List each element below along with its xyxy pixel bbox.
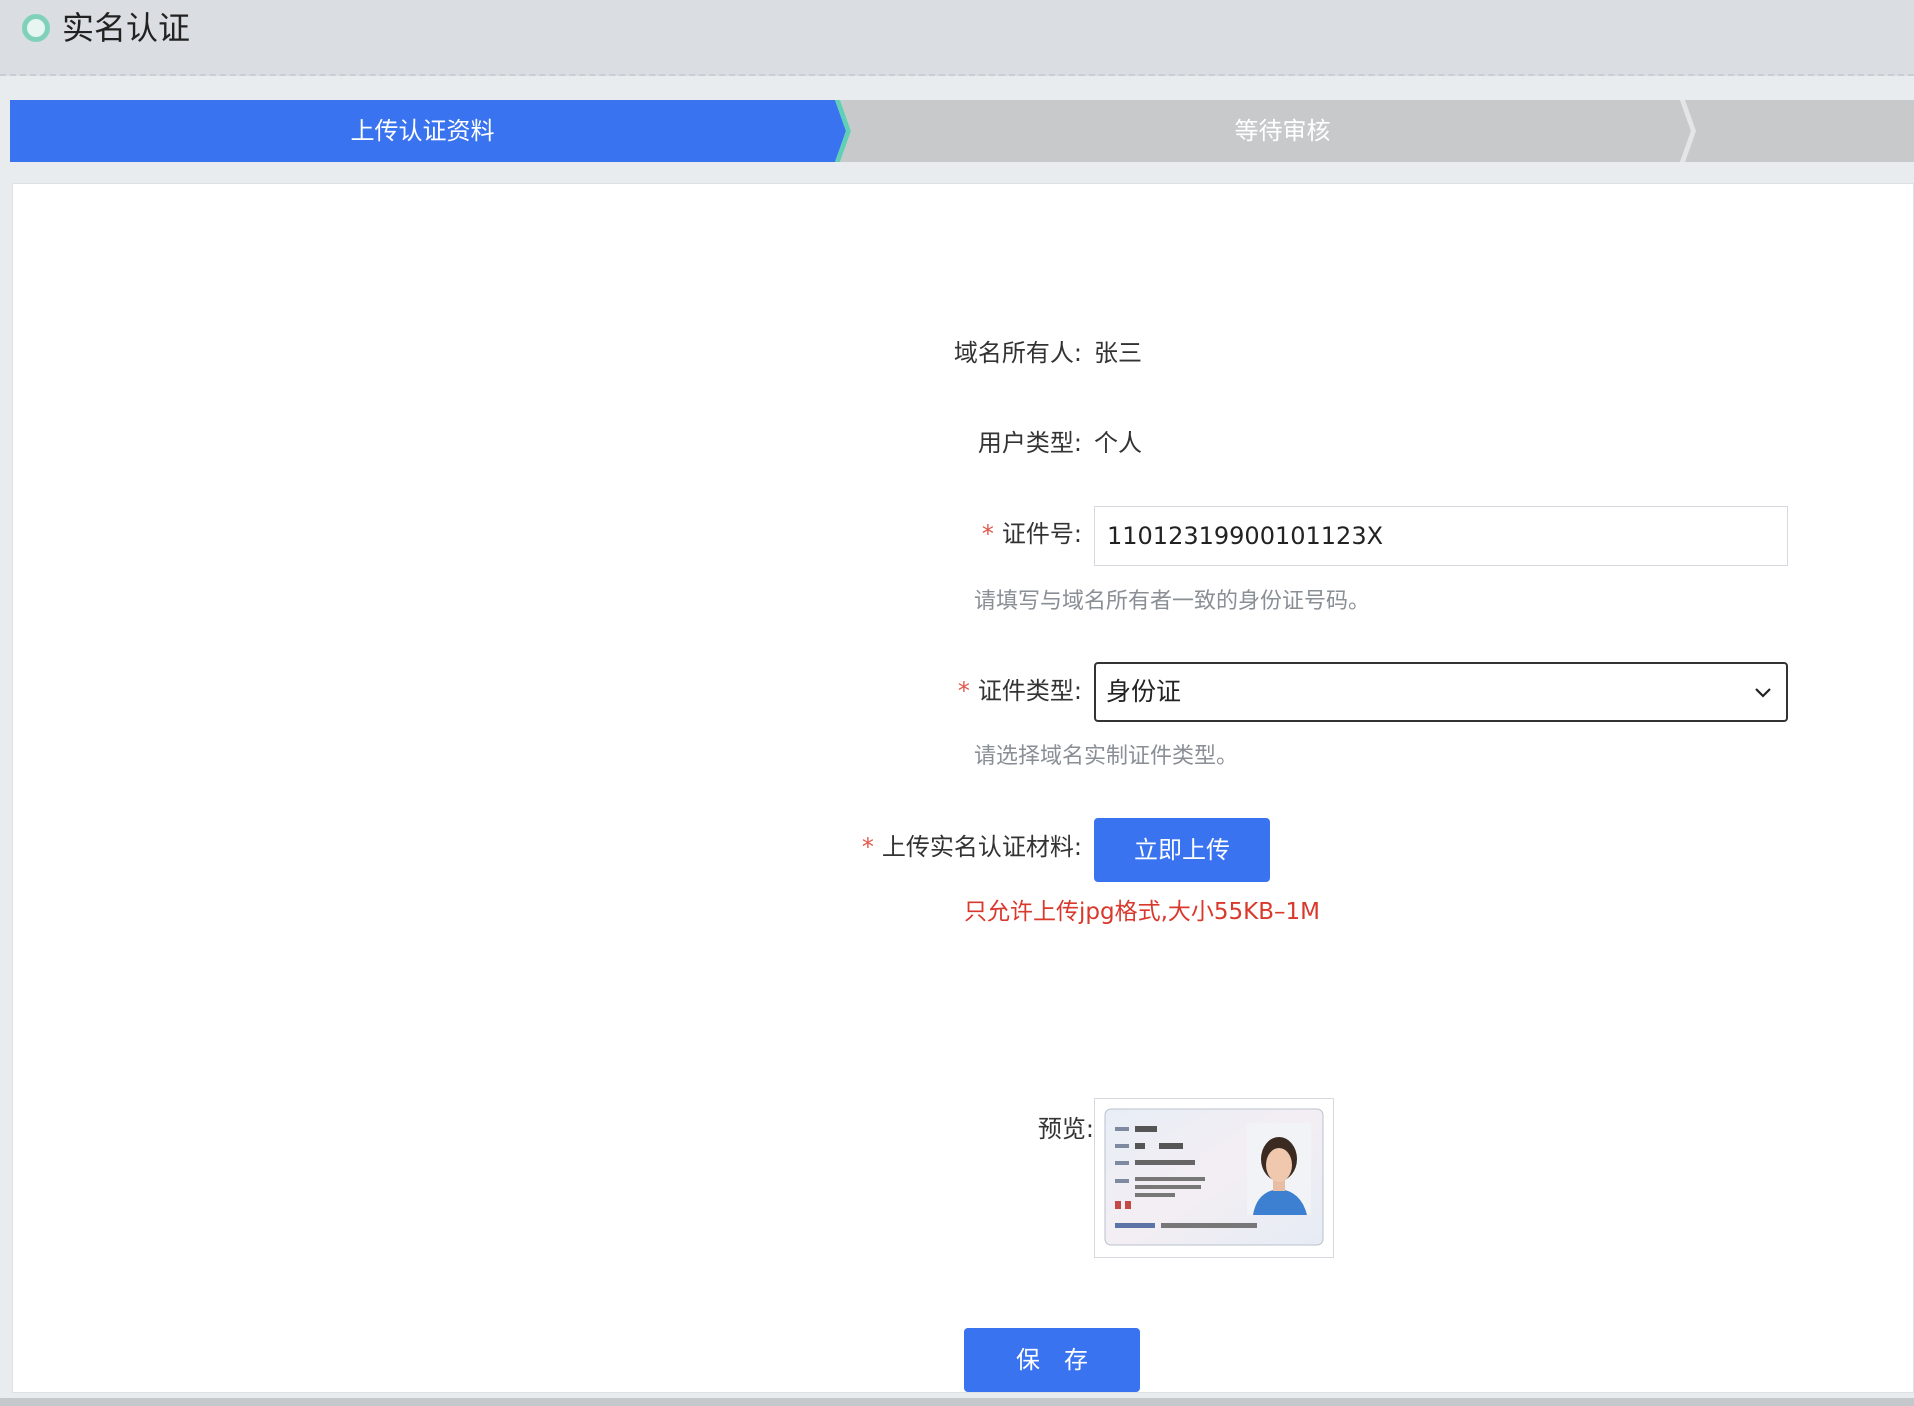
id-number-hint: 请填写与域名所有者一致的身份证号码。 bbox=[974, 589, 1371, 614]
owner-value: 张三 bbox=[1094, 339, 1142, 367]
user-type-value: 个人 bbox=[1094, 429, 1142, 457]
id-number-input[interactable]: 11012319900101123X bbox=[1094, 506, 1788, 566]
user-type-label: 用户类型: bbox=[977, 429, 1082, 457]
id-type-label: 证件类型: bbox=[977, 677, 1082, 705]
preview-label: 预览: bbox=[1037, 1115, 1094, 1143]
page-title: 实名认证 bbox=[62, 9, 191, 47]
id-type-label-row: * 证件类型: bbox=[880, 675, 1082, 707]
upload-hint: 只允许上传jpg格式,大小55KB–1M bbox=[964, 899, 1321, 925]
required-mark: * bbox=[981, 520, 994, 548]
id-type-select[interactable]: 身份证 bbox=[1094, 662, 1788, 722]
step-review: 等待审核 bbox=[1234, 117, 1331, 145]
step-upload: 上传认证资料 bbox=[350, 117, 495, 145]
step-3-bg bbox=[1685, 100, 1914, 162]
upload-label-row: * 上传实名认证材料: bbox=[780, 831, 1082, 863]
step-progress: 上传认证资料 等待审核 bbox=[10, 100, 1914, 162]
preview-frame bbox=[1094, 1098, 1334, 1258]
owner-label: 域名所有人: bbox=[953, 339, 1082, 367]
status-ring-icon bbox=[22, 14, 50, 42]
required-mark: * bbox=[957, 677, 970, 705]
id-card-preview-image bbox=[1104, 1108, 1324, 1246]
id-number-label-row: * 证件号: bbox=[880, 518, 1082, 550]
upload-button[interactable]: 立即上传 bbox=[1094, 818, 1270, 882]
id-number-label: 证件号: bbox=[1001, 520, 1082, 548]
required-mark: * bbox=[861, 833, 874, 861]
id-type-hint: 请选择域名实制证件类型。 bbox=[974, 744, 1239, 769]
page-header: 实名认证 bbox=[0, 0, 1914, 76]
bottom-divider bbox=[0, 1398, 1914, 1406]
save-button[interactable]: 保存 bbox=[964, 1328, 1140, 1392]
upload-label: 上传实名认证材料: bbox=[881, 833, 1082, 861]
chevron-down-icon bbox=[1755, 688, 1771, 698]
id-type-selected: 身份证 bbox=[1106, 677, 1182, 706]
